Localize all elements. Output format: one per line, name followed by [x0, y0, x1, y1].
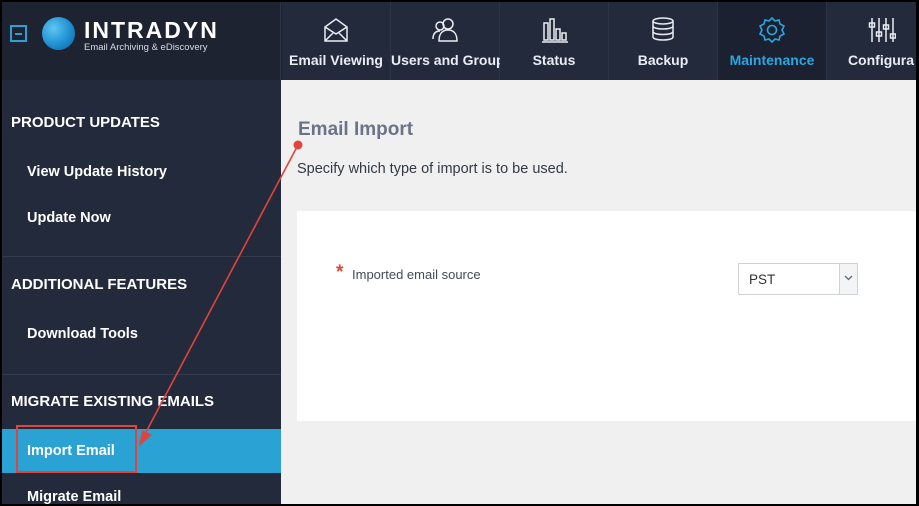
tab-label: Email Viewing [289, 52, 383, 68]
required-marker: * [336, 262, 344, 283]
collapse-sidebar-icon[interactable] [10, 25, 27, 42]
tab-label: Status [532, 52, 576, 68]
brand-area: INTRADYN Email Archiving & eDiscovery [2, 2, 281, 80]
brand-tagline: Email Archiving & eDiscovery [84, 42, 208, 53]
tab-maintenance[interactable]: Maintenance [718, 2, 827, 80]
tab-backup[interactable]: Backup [609, 2, 718, 80]
envelope-icon [324, 18, 348, 42]
main-content: Email Import Specify which type of impor… [281, 80, 916, 504]
tab-configuration[interactable]: Configura [827, 2, 916, 80]
page-title: Email Import [298, 119, 414, 140]
divider [2, 256, 281, 257]
logo-icon [42, 17, 75, 50]
brand-name: INTRADYN [84, 17, 219, 43]
bar-chart-icon [542, 18, 568, 43]
tab-users-and-groups[interactable]: Users and Groups [391, 2, 513, 80]
tab-label: Configura [847, 52, 915, 68]
email-source-label: Imported email source [352, 267, 481, 282]
email-source-select[interactable]: PST [738, 263, 858, 295]
email-source-value: PST [749, 272, 776, 287]
tab-label: Backup [637, 52, 689, 68]
sidebar-item-view-update-history[interactable]: View Update History [2, 150, 281, 194]
dropdown-button[interactable] [839, 264, 857, 294]
annotation-highlight-box [16, 425, 137, 473]
sliders-icon [868, 18, 896, 42]
section-title-additional-features: ADDITIONAL FEATURES [11, 276, 188, 293]
app-window: INTRADYN Email Archiving & eDiscovery Em… [2, 2, 916, 504]
chevron-down-icon [844, 275, 853, 281]
tab-label: Maintenance [729, 52, 815, 68]
sidebar-item-migrate-email[interactable]: Migrate Email [2, 475, 281, 504]
main-nav: Email Viewing Users and Groups Status Ba… [282, 2, 916, 80]
import-form-card: * Imported email source PST [297, 211, 916, 421]
tab-status[interactable]: Status [500, 2, 609, 80]
gear-icon [758, 16, 786, 44]
page-subtitle: Specify which type of import is to be us… [297, 161, 568, 177]
database-icon [652, 17, 674, 41]
sidebar-item-download-tools[interactable]: Download Tools [2, 312, 281, 356]
tab-label: Users and Groups [391, 52, 513, 68]
sidebar-item-update-now[interactable]: Update Now [2, 196, 281, 240]
tab-email-viewing[interactable]: Email Viewing [282, 2, 391, 80]
section-title-product-updates: PRODUCT UPDATES [11, 114, 160, 131]
users-icon [432, 18, 458, 42]
divider [2, 374, 281, 375]
section-title-migrate-existing-emails: MIGRATE EXISTING EMAILS [11, 393, 215, 410]
top-bar: INTRADYN Email Archiving & eDiscovery Em… [2, 2, 916, 80]
